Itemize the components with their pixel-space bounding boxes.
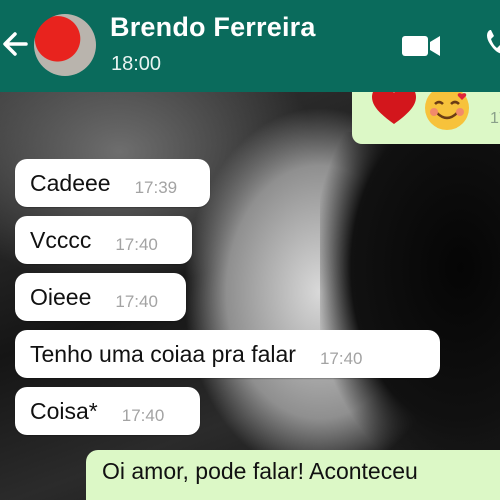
- incoming-message-bubble[interactable]: Oieee 17:40: [15, 273, 186, 321]
- message-text: Tenho uma coiaa pra falar: [30, 340, 296, 367]
- message-time: 17:40: [115, 235, 158, 254]
- voice-call-icon[interactable]: [482, 22, 500, 62]
- contact-name[interactable]: Brendo Ferreira: [110, 12, 316, 43]
- incoming-message-bubble[interactable]: Coisa* 17:40: [15, 387, 200, 435]
- message-text: Vcccc: [30, 226, 92, 253]
- back-arrow-icon[interactable]: [0, 26, 30, 62]
- incoming-message-bubble[interactable]: Vcccc 17:40: [15, 216, 192, 264]
- incoming-message-bubble[interactable]: Cadeee 17:39: [15, 159, 210, 207]
- message-time: 17:40: [121, 406, 165, 425]
- message-text: Cadeee: [30, 169, 111, 196]
- chat-header: Brendo Ferreira 18:00: [0, 0, 500, 92]
- outgoing-message-bubble[interactable]: 17: [352, 92, 500, 144]
- message-time: 17:40: [319, 349, 363, 368]
- last-seen-time: 18:00: [111, 53, 162, 75]
- message-text: Coisa*: [30, 397, 98, 424]
- chat-area[interactable]: 17 Cadeee 17:39 Vcccc 17:40 Oieee 17:40 …: [0, 92, 500, 500]
- message-time: 17:39: [134, 178, 178, 197]
- video-call-icon[interactable]: [400, 28, 444, 62]
- smiling-face-with-hearts-icon: [425, 92, 469, 130]
- contact-avatar[interactable]: [34, 14, 96, 76]
- incoming-message-bubble[interactable]: Tenho uma coiaa pra falar 17:40: [15, 330, 440, 378]
- outgoing-message-bubble[interactable]: Oi amor, pode falar! Aconteceu: [86, 450, 500, 500]
- wallpaper-shadow: [320, 132, 500, 472]
- message-text: Oi amor, pode falar! Aconteceu: [102, 458, 418, 484]
- message-text: Oieee: [30, 283, 92, 310]
- message-time: 17: [490, 110, 500, 127]
- red-heart-icon: [372, 92, 416, 124]
- message-time: 17:40: [115, 292, 158, 311]
